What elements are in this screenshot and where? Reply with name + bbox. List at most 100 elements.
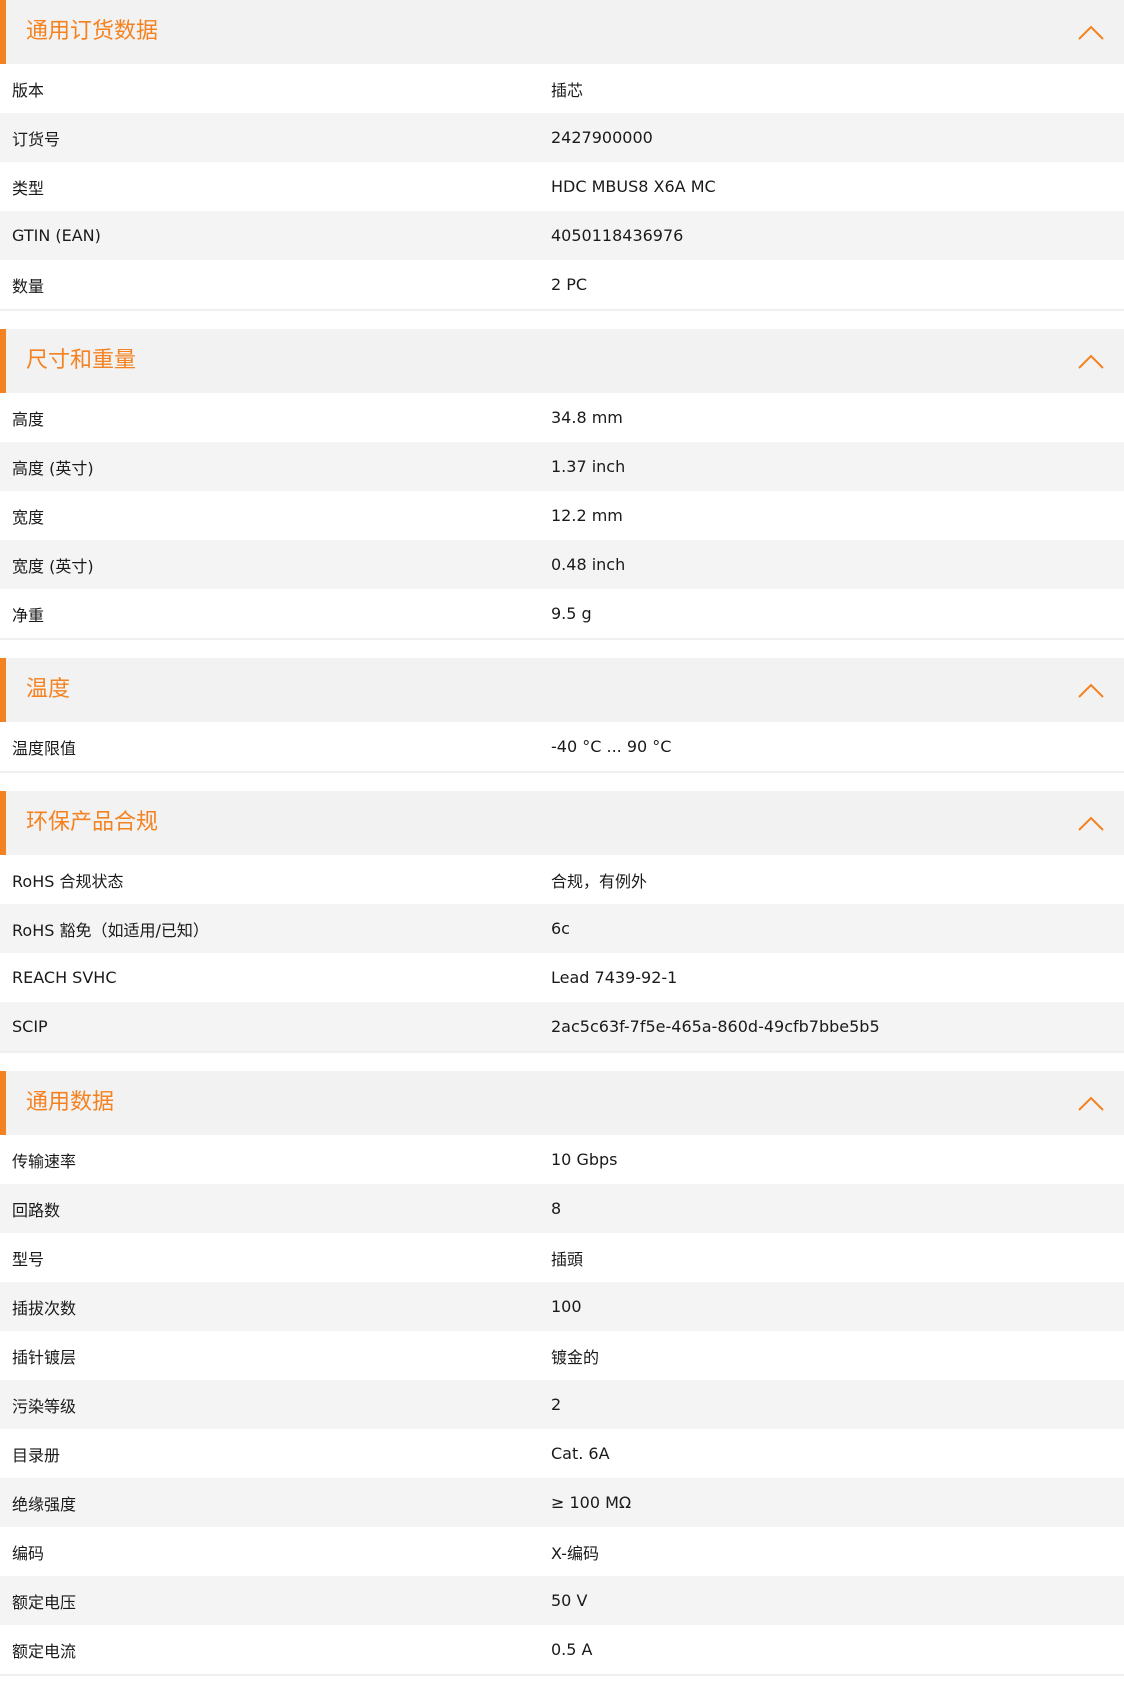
spec-label: 回路数 xyxy=(12,1200,61,1220)
spec-section: 环保产品合规 RoHS 合规状态 合规，有例外 RoHS 豁免（如适用/已知） 6c RE… xyxy=(0,791,1124,1053)
chevron-up-icon[interactable] xyxy=(1076,678,1106,702)
spec-label: 净重 xyxy=(12,605,45,625)
spec-value: 4050118436976 xyxy=(551,226,684,245)
spec-value: 0.48 inch xyxy=(551,555,626,574)
spec-value: 0.5 A xyxy=(551,1640,593,1659)
spec-row: 传输速率 10 Gbps xyxy=(0,1135,1124,1184)
spec-label: 高度 xyxy=(12,409,45,429)
chevron-up-icon[interactable] xyxy=(1076,1091,1106,1115)
spec-rows: 高度 34.8 mm 高度 (英寸) 1.37 inch 宽度 12.2 mm 宽度 (英寸… xyxy=(0,393,1124,638)
spec-value: 10 Gbps xyxy=(551,1150,618,1169)
chevron-up-icon[interactable] xyxy=(1076,349,1106,373)
spec-row: 高度 (英寸) 1.37 inch xyxy=(0,442,1124,491)
spec-value: 12.2 mm xyxy=(551,506,623,525)
spec-value: Lead 7439-92-1 xyxy=(551,968,678,987)
spec-label: 宽度 (英寸) xyxy=(12,556,94,576)
spec-label: 高度 (英寸) xyxy=(12,458,94,478)
spec-row: 污染等级 2 xyxy=(0,1380,1124,1429)
spec-row: 数量 2 PC xyxy=(0,260,1124,309)
spec-value: 镀金的 xyxy=(551,1347,600,1367)
spec-row: 插针镀层 镀金的 xyxy=(0,1331,1124,1380)
spec-label: RoHS 豁免（如适用/已知） xyxy=(12,920,209,940)
spec-sheet: 通用订货数据版本 插芯订货号 2427900000 类型 HDC MBUS8 X6A M… xyxy=(0,0,1124,1694)
spec-value: 34.8 mm xyxy=(551,408,623,427)
spec-row: GTIN (EAN) 4050118436976 xyxy=(0,211,1124,260)
spec-label: 额定电压 xyxy=(12,1592,77,1612)
spec-label: 污染等级 xyxy=(12,1396,77,1416)
spec-section: 通用数据传输速率 10 Gbps 回路数 8 型号 插頭插拔次数 100 插针镀层 镀金的污染等… xyxy=(0,1071,1124,1676)
spec-row: 宽度 (英寸) 0.48 inch xyxy=(0,540,1124,589)
spec-row: 回路数 8 xyxy=(0,1184,1124,1233)
spec-section: 温度温度限值 -40 °C ... 90 °C xyxy=(0,658,1124,773)
spec-value: X-编码 xyxy=(551,1543,599,1563)
section-title: 温度 xyxy=(26,677,71,702)
spec-row: SCIP 2ac5c63f-7f5e-465a-860d-49cfb7bbe5b5 xyxy=(0,1002,1124,1051)
spec-value: 2ac5c63f-7f5e-465a-860d-49cfb7bbe5b5 xyxy=(551,1017,880,1036)
spec-value: 2427900000 xyxy=(551,128,653,147)
chevron-up-icon[interactable] xyxy=(1076,811,1106,835)
chevron-up-icon[interactable] xyxy=(1076,20,1106,44)
section-title: 环保产品合规 xyxy=(26,810,159,835)
spec-label: 型号 xyxy=(12,1249,45,1269)
spec-row: 额定电流 0.5 A xyxy=(0,1625,1124,1674)
spec-value: HDC MBUS8 X6A MC xyxy=(551,177,716,196)
spec-rows: 温度限值 -40 °C ... 90 °C xyxy=(0,722,1124,771)
spec-value: 50 V xyxy=(551,1591,588,1610)
spec-label: 编码 xyxy=(12,1543,45,1563)
section-header-toggle[interactable]: 通用订货数据 xyxy=(0,0,1124,64)
spec-label: 宽度 xyxy=(12,507,45,527)
spec-rows: 传输速率 10 Gbps 回路数 8 型号 插頭插拔次数 100 插针镀层 镀金的污染等级 2 目录… xyxy=(0,1135,1124,1674)
spec-label: 目录册 xyxy=(12,1445,61,1465)
spec-label: SCIP xyxy=(12,1017,48,1036)
spec-row: 净重 9.5 g xyxy=(0,589,1124,638)
section-title: 通用订货数据 xyxy=(26,19,159,44)
spec-value: 2 xyxy=(551,1395,562,1414)
spec-value: 1.37 inch xyxy=(551,457,626,476)
spec-label: 类型 xyxy=(12,178,45,198)
spec-rows: RoHS 合规状态 合规，有例外 RoHS 豁免（如适用/已知） 6c REACH SV… xyxy=(0,855,1124,1051)
spec-row: 类型 HDC MBUS8 X6A MC xyxy=(0,162,1124,211)
spec-label: GTIN (EAN) xyxy=(12,226,101,245)
spec-row: 编码 X-编码 xyxy=(0,1527,1124,1576)
section-header-toggle[interactable]: 温度 xyxy=(0,658,1124,722)
spec-row: 温度限值 -40 °C ... 90 °C xyxy=(0,722,1124,771)
spec-row: 额定电压 50 V xyxy=(0,1576,1124,1625)
spec-row: 绝缘强度 ≥ 100 MΩ xyxy=(0,1478,1124,1527)
spec-row: REACH SVHC Lead 7439-92-1 xyxy=(0,953,1124,1002)
spec-value: 合规，有例外 xyxy=(551,871,648,891)
spec-row: 版本 插芯 xyxy=(0,64,1124,113)
section-title: 尺寸和重量 xyxy=(26,348,137,373)
spec-label: 插针镀层 xyxy=(12,1347,77,1367)
spec-label: 插拔次数 xyxy=(12,1298,77,1318)
spec-label: REACH SVHC xyxy=(12,968,117,987)
spec-row: 目录册 Cat. 6A xyxy=(0,1429,1124,1478)
spec-value: 插頭 xyxy=(551,1249,584,1269)
spec-label: 数量 xyxy=(12,276,45,296)
spec-row: 插拔次数 100 xyxy=(0,1282,1124,1331)
spec-label: 订货号 xyxy=(12,129,61,149)
spec-value: Cat. 6A xyxy=(551,1444,610,1463)
spec-label: 额定电流 xyxy=(12,1641,77,1661)
spec-row: RoHS 豁免（如适用/已知） 6c xyxy=(0,904,1124,953)
spec-value: 8 xyxy=(551,1199,562,1218)
spec-value: 100 xyxy=(551,1297,582,1316)
spec-section: 通用订货数据版本 插芯订货号 2427900000 类型 HDC MBUS8 X6A M… xyxy=(0,0,1124,311)
spec-row: RoHS 合规状态 合规，有例外 xyxy=(0,855,1124,904)
spec-value: 6c xyxy=(551,919,570,938)
spec-label: 版本 xyxy=(12,80,45,100)
spec-label: 绝缘强度 xyxy=(12,1494,77,1514)
spec-rows: 版本 插芯订货号 2427900000 类型 HDC MBUS8 X6A MC GTIN … xyxy=(0,64,1124,309)
spec-row: 订货号 2427900000 xyxy=(0,113,1124,162)
section-title: 通用数据 xyxy=(26,1090,115,1115)
spec-row: 宽度 12.2 mm xyxy=(0,491,1124,540)
spec-value: ≥ 100 MΩ xyxy=(551,1493,632,1512)
spec-value: 2 PC xyxy=(551,275,588,294)
spec-value: -40 °C ... 90 °C xyxy=(551,737,672,756)
section-header-toggle[interactable]: 通用数据 xyxy=(0,1071,1124,1135)
spec-value: 9.5 g xyxy=(551,604,592,623)
section-header-toggle[interactable]: 尺寸和重量 xyxy=(0,329,1124,393)
spec-label: RoHS 合规状态 xyxy=(12,871,124,891)
section-header-toggle[interactable]: 环保产品合规 xyxy=(0,791,1124,855)
spec-label: 温度限值 xyxy=(12,738,77,758)
spec-row: 型号 插頭 xyxy=(0,1233,1124,1282)
